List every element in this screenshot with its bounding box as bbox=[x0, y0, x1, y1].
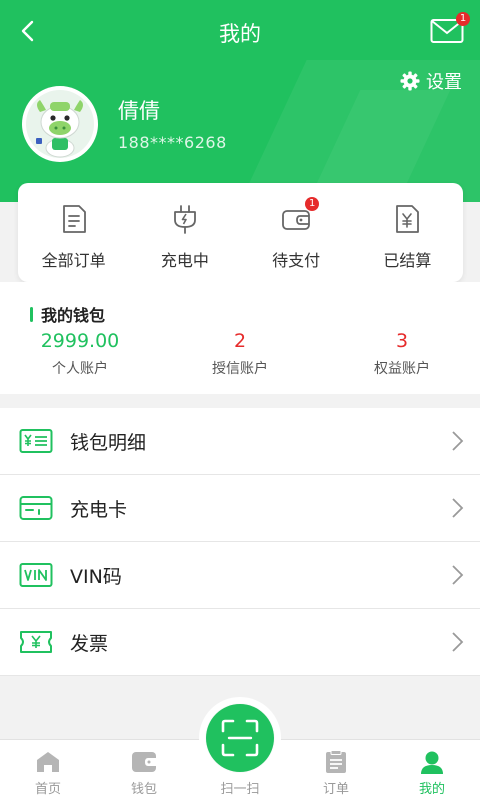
profile-header: 我的 1 设置 倩倩 188****6268 bbox=[0, 0, 480, 202]
messages-button[interactable]: 1 bbox=[430, 12, 470, 44]
order-settled-button[interactable]: 已结算 bbox=[352, 183, 463, 282]
unpaid-badge: 1 bbox=[305, 197, 320, 211]
document-icon bbox=[62, 205, 86, 233]
order-charging-button[interactable]: 充电中 bbox=[129, 183, 240, 282]
wallet-section: 我的钱包 2999.00 个人账户 2 授信账户 3 权益账户 bbox=[0, 282, 480, 394]
settings-button[interactable]: 设置 bbox=[400, 68, 462, 94]
wallet-detail-icon bbox=[19, 429, 53, 453]
avatar[interactable] bbox=[22, 86, 98, 162]
menu-list: 钱包明细 充电卡 VIN码 发票 bbox=[0, 408, 480, 676]
menu-item-vin[interactable]: VIN码 bbox=[0, 542, 480, 609]
tab-home[interactable]: 首页 bbox=[0, 740, 96, 800]
menu-item-charge-card[interactable]: 充电卡 bbox=[0, 475, 480, 542]
card-icon bbox=[19, 496, 53, 520]
tab-orders[interactable]: 订单 bbox=[288, 740, 384, 800]
order-label: 已结算 bbox=[383, 251, 432, 270]
chevron-right-icon bbox=[452, 565, 464, 585]
user-icon bbox=[421, 751, 443, 774]
order-icon bbox=[326, 750, 346, 773]
vin-icon bbox=[19, 563, 53, 587]
order-label: 全部订单 bbox=[41, 251, 106, 270]
menu-item-wallet-detail[interactable]: 钱包明细 bbox=[0, 408, 480, 475]
home-icon bbox=[37, 752, 59, 772]
tab-label: 钱包 bbox=[130, 782, 157, 797]
chevron-right-icon bbox=[452, 632, 464, 652]
order-label: 充电中 bbox=[160, 251, 209, 270]
tab-label: 首页 bbox=[34, 782, 61, 797]
credit-account[interactable]: 2 授信账户 bbox=[160, 330, 320, 378]
menu-item-invoice[interactable]: 发票 bbox=[0, 609, 480, 676]
notification-badge: 1 bbox=[456, 12, 470, 26]
scan-button-ring bbox=[199, 697, 281, 779]
tab-label: 我的 bbox=[418, 782, 445, 797]
tab-wallet[interactable]: 钱包 bbox=[96, 740, 192, 800]
menu-label: VIN码 bbox=[70, 565, 122, 588]
user-phone: 188****6268 bbox=[118, 133, 227, 152]
wallet-title-text: 我的钱包 bbox=[41, 306, 106, 325]
wallet-icon bbox=[132, 752, 156, 772]
section-marker bbox=[30, 306, 33, 322]
settings-label: 设置 bbox=[426, 72, 462, 93]
page-title: 我的 bbox=[219, 22, 261, 46]
order-label: 待支付 bbox=[272, 251, 321, 270]
chevron-right-icon bbox=[452, 498, 464, 518]
order-shortcuts: 全部订单 充电中 1 待支付 已结算 bbox=[18, 183, 463, 282]
chevron-right-icon bbox=[452, 431, 464, 451]
plug-icon bbox=[173, 205, 196, 234]
invoice-icon bbox=[20, 631, 52, 653]
account-value: 2999.00 bbox=[40, 330, 120, 352]
menu-label: 钱包明细 bbox=[70, 431, 147, 454]
user-name: 倩倩 bbox=[118, 99, 160, 123]
wallet-title: 我的钱包 bbox=[30, 302, 105, 326]
account-value: 3 bbox=[395, 330, 409, 352]
menu-label: 发票 bbox=[70, 632, 109, 655]
tab-label: 订单 bbox=[322, 782, 349, 797]
account-label: 授信账户 bbox=[212, 361, 268, 377]
tab-mine[interactable]: 我的 bbox=[384, 740, 480, 800]
tab-label: 扫一扫 bbox=[220, 782, 260, 797]
gear-icon bbox=[400, 71, 420, 91]
order-all-button[interactable]: 全部订单 bbox=[18, 183, 129, 282]
menu-label: 充电卡 bbox=[70, 498, 128, 521]
order-icon-wrap: 1 bbox=[281, 197, 320, 235]
account-label: 个人账户 bbox=[52, 361, 108, 377]
personal-account[interactable]: 2999.00 个人账户 bbox=[0, 330, 160, 378]
benefit-account[interactable]: 3 权益账户 bbox=[322, 330, 480, 378]
avatar-image bbox=[26, 90, 94, 158]
account-label: 权益账户 bbox=[374, 361, 430, 377]
scan-button[interactable] bbox=[206, 704, 274, 772]
scan-icon bbox=[221, 719, 259, 757]
account-value: 2 bbox=[233, 330, 247, 352]
cow-mascot-icon bbox=[36, 100, 83, 158]
yen-receipt-icon bbox=[396, 205, 420, 233]
nav-bar: 我的 1 bbox=[0, 0, 480, 64]
order-unpaid-button[interactable]: 1 待支付 bbox=[241, 183, 352, 282]
